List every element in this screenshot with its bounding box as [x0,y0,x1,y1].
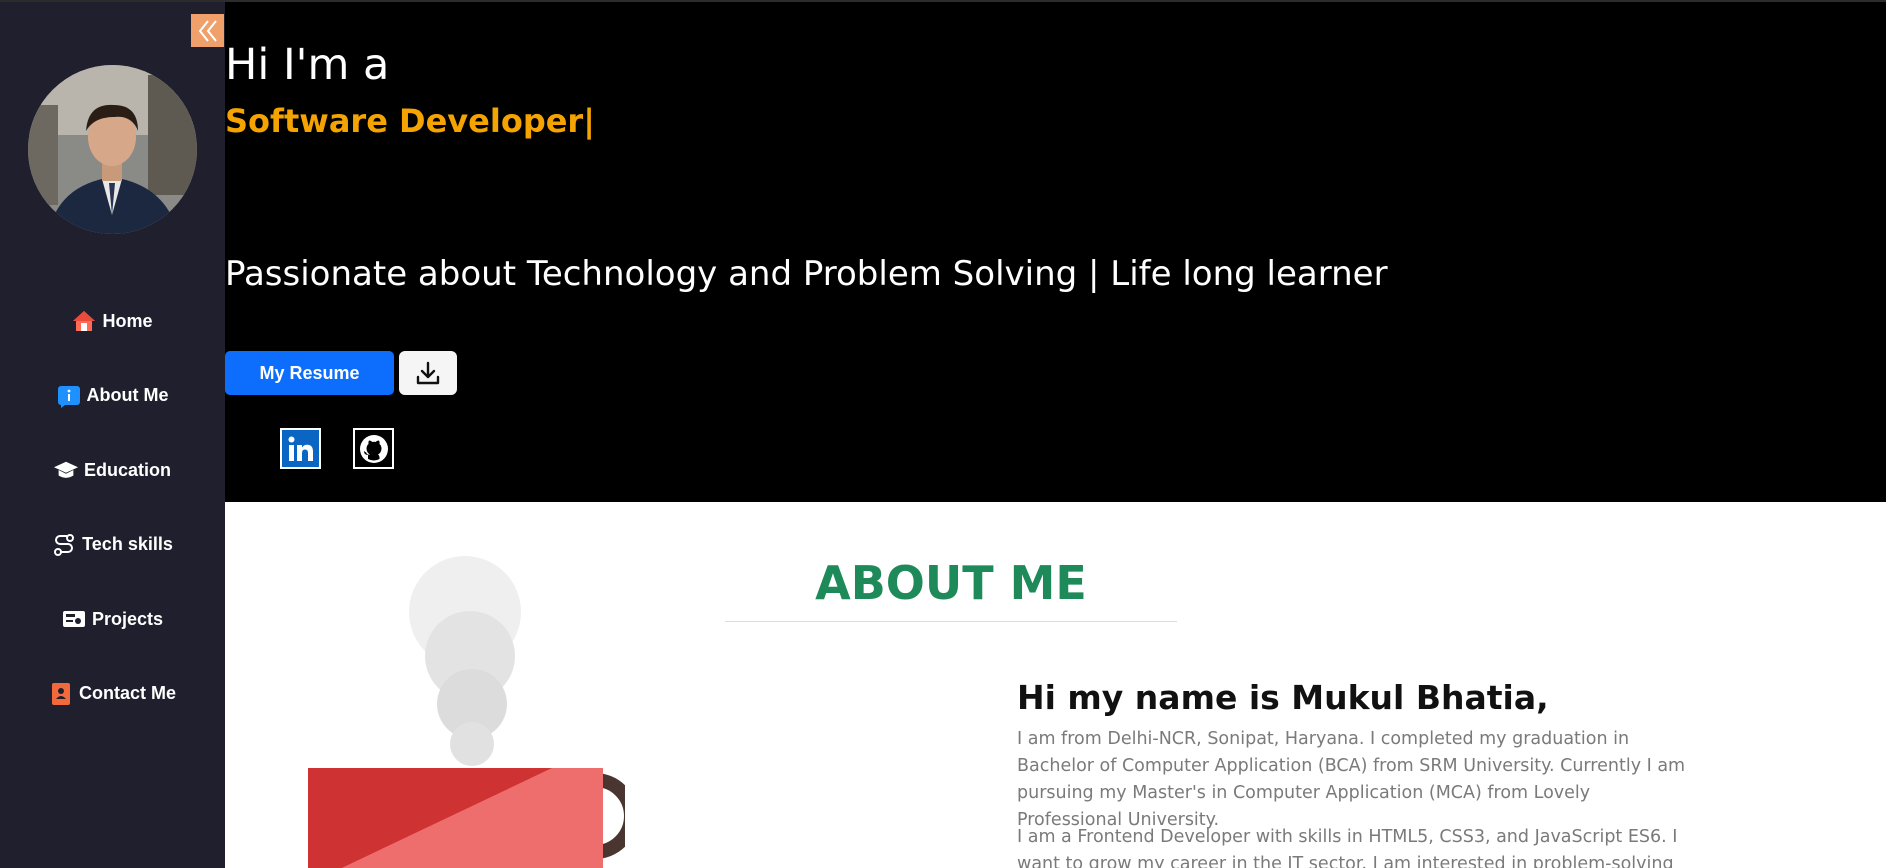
intro-paragraph: I am a Frontend Developer with skills in… [1017,827,1678,868]
graduation-cap-icon [53,458,78,482]
sidebar-item-about-me[interactable]: About Me [0,359,225,434]
profile-photo [28,65,197,234]
linkedin-icon [288,436,313,461]
about-title-divider [725,621,1177,622]
home-icon [72,309,96,333]
sidebar-item-label: Projects [91,608,164,629]
sidebar-nav: Home About Me Education Tech skills Proj… [0,284,225,731]
download-icon [416,361,440,385]
contact-book-icon [49,682,73,706]
sidebar-item-education[interactable]: Education [0,433,225,508]
hero-section: Hi I'm a Software Developer| Passionate … [225,2,1886,502]
avatar [28,65,197,234]
projects-icon [62,607,86,631]
coffee-cup-illustration [308,556,625,868]
about-title: ABOUT ME [815,556,1087,610]
sidebar-item-projects[interactable]: Projects [0,582,225,657]
sidebar-item-home[interactable]: Home [0,284,225,359]
hero-role-typed: Software Developer| [225,102,595,140]
my-resume-button[interactable]: My Resume [225,351,394,395]
info-icon [57,384,81,408]
intro-paragraph: I am from Delhi-NCR, Sonipat, Haryana. I… [1017,729,1686,830]
page: Home About Me Education Tech skills Proj… [0,0,1886,868]
about-section: ABOUT ME Hi my name is Mukul Bhatia, I a… [225,502,1886,868]
sidebar: Home About Me Education Tech skills Proj… [0,0,225,868]
hero-tagline: Passionate about Technology and Problem … [225,254,1388,294]
sidebar-item-label: About Me [86,385,169,406]
download-resume-button[interactable] [399,351,457,395]
sidebar-item-label: Tech skills [82,534,173,555]
github-icon [359,434,388,463]
top-border [0,0,1886,2]
sidebar-item-label: Contact Me [78,683,176,704]
sidebar-item-contact-me[interactable]: Contact Me [0,657,225,732]
github-link[interactable] [353,428,394,469]
intro-heading: Hi my name is Mukul Bhatia, [1017,678,1549,717]
sidebar-item-label: Education [83,459,171,480]
double-chevron-left-icon [198,19,217,42]
route-icon [52,533,76,557]
sidebar-item-tech-skills[interactable]: Tech skills [0,508,225,583]
sidebar-item-label: Home [102,310,153,331]
collapse-sidebar-button[interactable] [191,14,224,47]
hero-greeting: Hi I'm a [225,40,390,90]
linkedin-link[interactable] [280,428,321,469]
